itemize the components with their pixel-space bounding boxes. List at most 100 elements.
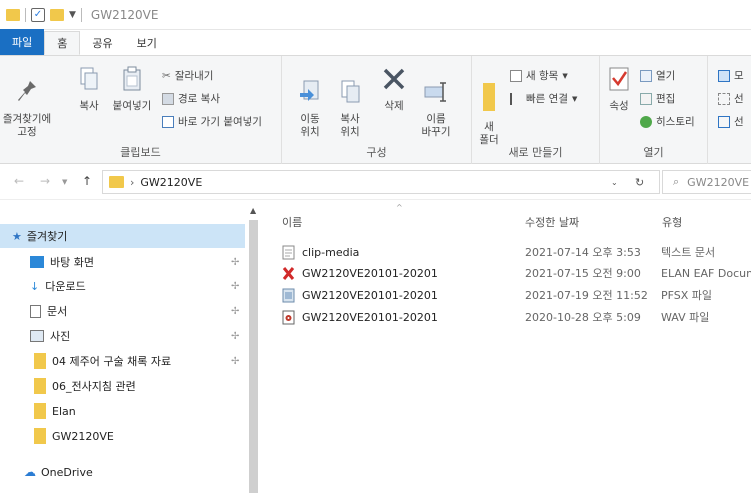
pin-icon[interactable]: ✢ bbox=[231, 281, 239, 292]
recent-locations-icon[interactable]: ▼ bbox=[62, 178, 67, 186]
column-header-date[interactable]: 수정한 날짜 bbox=[525, 214, 579, 230]
pin-to-quick-access-button[interactable]: 즐겨찾기에 고정 bbox=[2, 66, 52, 152]
file-type: 텍스트 문서 bbox=[661, 246, 716, 259]
easy-access-button[interactable]: 빠른 연결 ▼ bbox=[510, 91, 577, 106]
invert-selection-button[interactable]: 선 bbox=[718, 114, 744, 129]
move-to-button[interactable]: 이동 위치 bbox=[292, 66, 328, 152]
nav-item-folder[interactable]: GW2120VE bbox=[0, 424, 245, 448]
copy-button[interactable]: 복사 bbox=[74, 66, 104, 113]
address-field[interactable]: › GW2120VE ⌄ ↻ bbox=[102, 170, 660, 194]
scrollbar-thumb[interactable] bbox=[249, 220, 258, 493]
clipboard-group-label: 클립보드 bbox=[120, 146, 161, 159]
file-date: 2020-10-28 오후 5:09 bbox=[525, 311, 641, 324]
nav-item-pictures[interactable]: 사진 ✢ bbox=[0, 324, 245, 348]
edit-button[interactable]: 편집 bbox=[640, 91, 675, 106]
easy-access-label: 빠른 연결 bbox=[526, 93, 568, 105]
file-name: GW2120VE20101-20201 bbox=[302, 266, 438, 280]
properties-button[interactable]: 속성 bbox=[604, 66, 634, 113]
paste-shortcut-button[interactable]: 바로 가기 붙여넣기 bbox=[162, 114, 262, 129]
edit-icon bbox=[640, 92, 652, 105]
sort-caret-icon: ^ bbox=[396, 203, 403, 212]
delete-button[interactable]: 삭제 bbox=[378, 66, 410, 113]
nav-item-label: 06_전사지침 관련 bbox=[52, 380, 136, 393]
pin-icon[interactable]: ✢ bbox=[231, 331, 239, 342]
nav-quick-access[interactable]: ★ 즐겨찾기 bbox=[0, 224, 245, 248]
history-label: 히스토리 bbox=[656, 116, 695, 128]
cloud-icon: ☁ bbox=[24, 465, 36, 479]
nav-item-label: Elan bbox=[52, 404, 76, 418]
paste-button[interactable]: 붙여넣기 bbox=[108, 66, 156, 113]
customize-toolbar-icon[interactable]: ▼ bbox=[69, 10, 76, 20]
breadcrumb-item[interactable]: GW2120VE bbox=[140, 176, 202, 189]
open-label: 열기 bbox=[656, 70, 676, 82]
tab-view[interactable]: 보기 bbox=[125, 31, 169, 55]
refresh-icon[interactable]: ↻ bbox=[635, 176, 644, 189]
nav-item-folder[interactable]: 04 제주어 구술 채록 자료 ✢ bbox=[0, 349, 245, 373]
file-name: GW2120VE20101-20201 bbox=[302, 288, 438, 302]
file-date: 2021-07-14 오후 3:53 bbox=[525, 246, 641, 259]
copy-to-button[interactable]: 복사 위치 bbox=[332, 66, 368, 152]
select-all-icon bbox=[718, 69, 730, 82]
new-item-label: 새 항목 bbox=[526, 70, 559, 82]
column-header-type[interactable]: 유형 bbox=[662, 214, 682, 230]
star-icon: ★ bbox=[12, 229, 22, 243]
folder-icon bbox=[109, 176, 124, 188]
new-item-button[interactable]: 새 항목 ▼ bbox=[510, 68, 568, 83]
rename-button[interactable]: 이름 바꾸기 bbox=[416, 66, 456, 152]
properties-icon bbox=[609, 67, 629, 91]
file-name: clip-media bbox=[302, 245, 360, 259]
address-dropdown-icon[interactable]: ⌄ bbox=[611, 178, 618, 187]
tab-file[interactable]: 파일 bbox=[0, 29, 45, 55]
move-to-label: 이동 위치 bbox=[300, 113, 320, 138]
file-row[interactable]: GW2120VE20101-20201 2021-07-15 오전 9:00 E… bbox=[280, 262, 751, 284]
tab-home[interactable]: 홈 bbox=[44, 31, 81, 55]
nav-item-folder[interactable]: Elan bbox=[0, 399, 245, 423]
invert-selection-label: 선 bbox=[734, 116, 744, 128]
path-icon bbox=[162, 92, 174, 105]
folder-icon bbox=[34, 403, 46, 419]
select-all-button[interactable]: 모 bbox=[718, 68, 744, 83]
nav-quick-access-label: 즐겨찾기 bbox=[26, 230, 68, 243]
copy-icon bbox=[80, 67, 98, 90]
properties-quick-button[interactable]: ✓ bbox=[31, 7, 45, 22]
search-input[interactable]: ⌕ GW2120VE bbox=[662, 170, 751, 194]
new-folder-quick-icon[interactable] bbox=[50, 8, 64, 21]
open-group: 속성 열기 편집 히스토리 열기 bbox=[600, 56, 708, 164]
organize-group: 이동 위치 복사 위치 삭제 이름 바꾸기 구성 bbox=[282, 56, 472, 164]
nav-item-downloads[interactable]: ↓ 다운로드 ✢ bbox=[0, 274, 245, 298]
file-date: 2021-07-19 오전 11:52 bbox=[525, 289, 648, 302]
dropdown-icon: ▼ bbox=[571, 94, 578, 103]
column-header-name[interactable]: 이름 bbox=[282, 214, 302, 230]
file-row[interactable]: clip-media 2021-07-14 오후 3:53 텍스트 문서 bbox=[280, 241, 751, 263]
nav-item-desktop[interactable]: 바탕 화면 ✢ bbox=[0, 250, 245, 274]
copy-path-button[interactable]: 경로 복사 bbox=[162, 91, 220, 106]
nav-item-label: 문서 bbox=[47, 305, 68, 318]
select-group: 모 선 선 bbox=[708, 56, 751, 164]
nav-item-folder[interactable]: 06_전사지침 관련 bbox=[0, 374, 245, 398]
pin-icon[interactable]: ✢ bbox=[231, 356, 239, 367]
download-icon: ↓ bbox=[30, 279, 40, 293]
file-row[interactable]: GW2120VE20101-20201 2021-07-19 오전 11:52 … bbox=[280, 284, 751, 306]
new-item-icon bbox=[510, 69, 522, 82]
pin-icon[interactable]: ✢ bbox=[231, 257, 239, 268]
nav-item-onedrive[interactable]: ☁ OneDrive bbox=[0, 460, 245, 484]
delete-x-icon bbox=[383, 68, 405, 90]
select-none-button[interactable]: 선 bbox=[718, 91, 744, 106]
up-arrow-icon[interactable]: ↑ bbox=[82, 174, 92, 188]
pin-icon[interactable]: ✢ bbox=[231, 306, 239, 317]
forward-arrow-icon[interactable]: → bbox=[40, 174, 50, 188]
select-none-icon bbox=[718, 92, 730, 105]
folder-icon bbox=[34, 428, 46, 444]
tab-share[interactable]: 공유 bbox=[80, 31, 124, 55]
history-button[interactable]: 히스토리 bbox=[640, 114, 695, 129]
delete-label: 삭제 bbox=[384, 100, 404, 112]
new-group: 새 폴더 새 항목 ▼ 빠른 연결 ▼ 새로 만들기 bbox=[472, 56, 600, 164]
open-button[interactable]: 열기 bbox=[640, 68, 675, 83]
invert-selection-icon bbox=[718, 115, 730, 128]
nav-item-documents[interactable]: 문서 ✢ bbox=[0, 299, 245, 323]
back-arrow-icon[interactable]: ← bbox=[14, 174, 24, 188]
scroll-up-icon[interactable]: ▲ bbox=[250, 206, 256, 215]
file-row[interactable]: GW2120VE20101-20201 2020-10-28 오후 5:09 W… bbox=[280, 306, 751, 328]
cut-button[interactable]: ✂ 잘라내기 bbox=[162, 68, 213, 83]
nav-scrollbar[interactable]: ▲ bbox=[246, 200, 262, 493]
